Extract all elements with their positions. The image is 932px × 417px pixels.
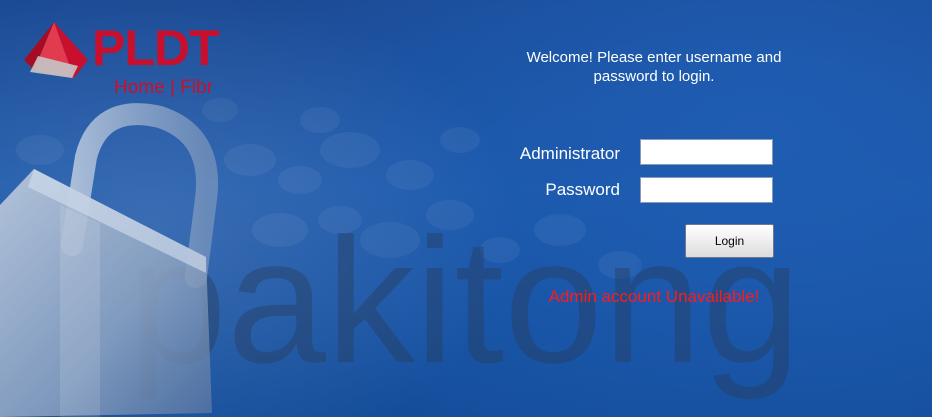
login-page: pakitong PLDT Home | Fibr Welcome! Pleas…: [0, 0, 932, 417]
username-input[interactable]: [640, 139, 773, 165]
username-label: Administrator: [519, 144, 620, 163]
brand-name: PLDT: [92, 20, 220, 76]
pldt-logo: PLDT Home | Fibr: [24, 20, 254, 100]
welcome-message: Welcome! Please enter username and passw…: [526, 49, 782, 85]
password-input[interactable]: [640, 177, 773, 203]
login-button[interactable]: Login: [685, 224, 774, 258]
brand-tagline: Home | Fibr: [114, 77, 213, 98]
password-label: Password: [545, 180, 620, 199]
padlock-icon: [0, 103, 218, 417]
error-message: Admin account Unavailable!: [548, 287, 760, 306]
pldt-logo-icon: [24, 22, 88, 78]
